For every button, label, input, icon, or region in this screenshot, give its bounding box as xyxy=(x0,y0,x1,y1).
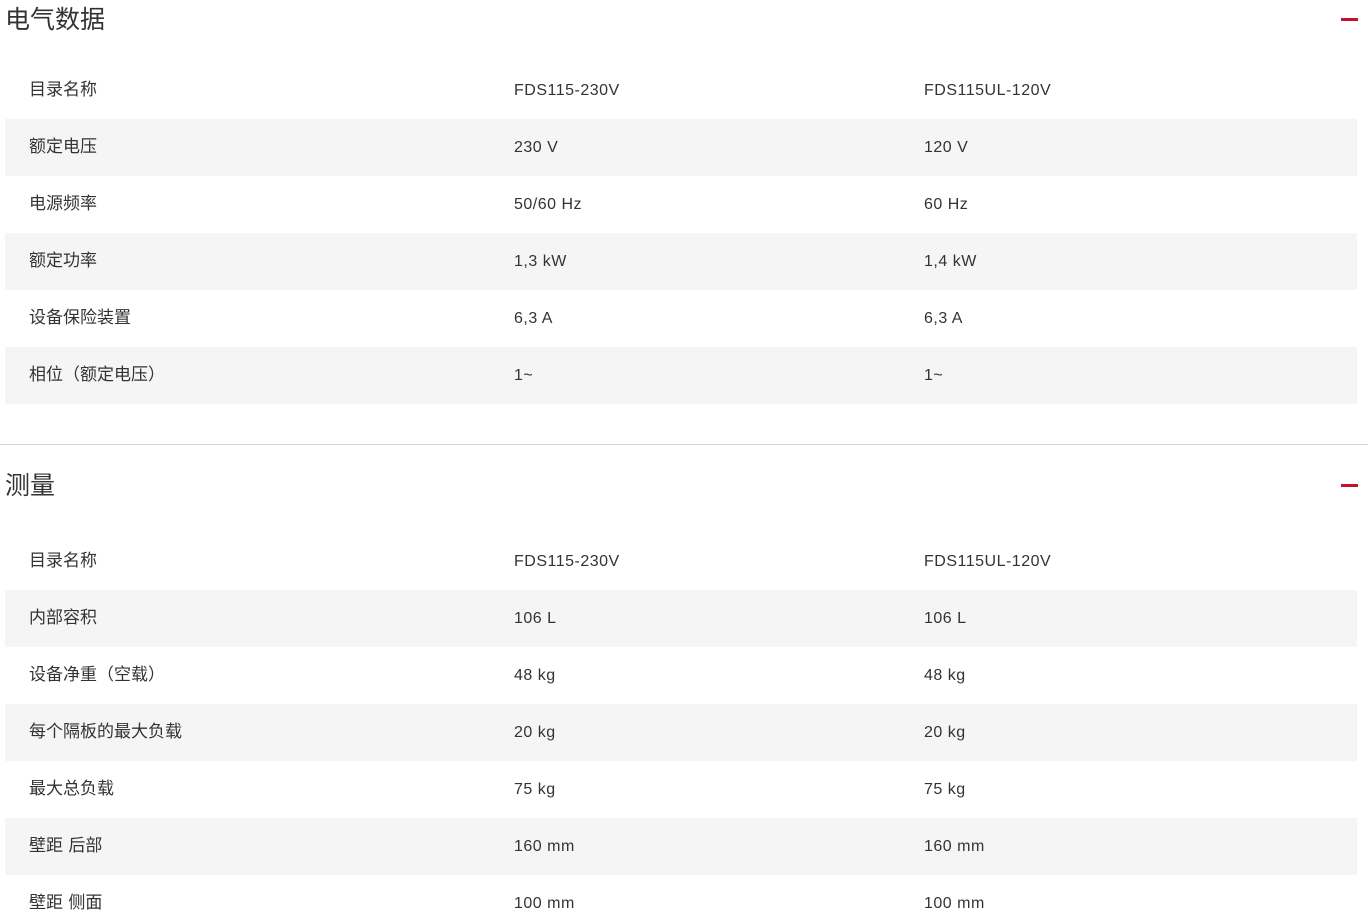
row-label: 内部容积 xyxy=(29,608,97,628)
table-row: 目录名称 FDS115-230V FDS115UL-120V xyxy=(5,62,1357,119)
row-value-model-1: FDS115-230V xyxy=(514,553,620,570)
row-label: 目录名称 xyxy=(29,80,97,100)
row-label: 目录名称 xyxy=(29,551,97,571)
table-row: 壁距 后部 160 mm 160 mm xyxy=(5,818,1357,875)
table-row: 目录名称 FDS115-230V FDS115UL-120V xyxy=(5,533,1357,590)
section-title-electrical: 电气数据 xyxy=(5,5,106,34)
row-value-model-1: 75 kg xyxy=(514,781,556,798)
row-value-model-1: 230 V xyxy=(514,139,559,156)
table-row: 额定电压 230 V 120 V xyxy=(5,119,1357,176)
row-value-model-2: 48 kg xyxy=(924,667,966,684)
row-label: 相位（额定电压） xyxy=(29,365,165,385)
spec-table-measurements: 目录名称 FDS115-230V FDS115UL-120V 内部容积 106 … xyxy=(5,533,1357,919)
section-header-electrical[interactable]: 电气数据 xyxy=(0,0,1368,62)
table-row: 额定功率 1,3 kW 1,4 kW xyxy=(5,233,1357,290)
row-value-model-2: 6,3 A xyxy=(924,310,963,327)
row-label: 每个隔板的最大负载 xyxy=(29,722,182,742)
row-value-model-2: 1~ xyxy=(924,367,944,384)
row-value-model-1: 160 mm xyxy=(514,838,575,855)
table-row: 设备保险装置 6,3 A 6,3 A xyxy=(5,290,1357,347)
row-value-model-1: 106 L xyxy=(514,610,557,627)
row-value-model-1: 50/60 Hz xyxy=(514,196,583,213)
minus-icon[interactable] xyxy=(1341,18,1358,21)
table-row: 壁距 侧面 100 mm 100 mm xyxy=(5,875,1357,919)
row-value-model-2: FDS115UL-120V xyxy=(924,553,1052,570)
row-value-model-1: 100 mm xyxy=(514,895,575,912)
row-value-model-2: FDS115UL-120V xyxy=(924,82,1052,99)
row-value-model-1: 1~ xyxy=(514,367,534,384)
section-electrical-data: 电气数据 目录名称 FDS115-230V FDS115UL-120V 额定电压… xyxy=(0,0,1368,444)
table-row: 内部容积 106 L 106 L xyxy=(5,590,1357,647)
row-value-model-2: 106 L xyxy=(924,610,967,627)
minus-icon[interactable] xyxy=(1341,484,1358,487)
section-title-measurements: 测量 xyxy=(5,471,56,500)
row-value-model-1: 20 kg xyxy=(514,724,556,741)
table-row: 相位（额定电压） 1~ 1~ xyxy=(5,347,1357,404)
row-label: 额定电压 xyxy=(29,137,97,157)
row-value-model-2: 100 mm xyxy=(924,895,985,912)
row-value-model-1: FDS115-230V xyxy=(514,82,620,99)
section-measurements: 测量 目录名称 FDS115-230V FDS115UL-120V 内部容积 1… xyxy=(0,445,1368,919)
spec-table-electrical: 目录名称 FDS115-230V FDS115UL-120V 额定电压 230 … xyxy=(5,62,1357,404)
row-value-model-2: 75 kg xyxy=(924,781,966,798)
row-label: 壁距 侧面 xyxy=(29,893,103,913)
row-label: 壁距 后部 xyxy=(29,836,103,856)
row-value-model-2: 60 Hz xyxy=(924,196,969,213)
row-value-model-2: 20 kg xyxy=(924,724,966,741)
section-header-measurements[interactable]: 测量 xyxy=(0,445,1368,533)
table-row: 电源频率 50/60 Hz 60 Hz xyxy=(5,176,1357,233)
table-row: 每个隔板的最大负载 20 kg 20 kg xyxy=(5,704,1357,761)
row-value-model-2: 160 mm xyxy=(924,838,985,855)
row-value-model-1: 1,3 kW xyxy=(514,253,567,270)
row-label: 电源频率 xyxy=(29,194,97,214)
table-row: 设备净重（空载） 48 kg 48 kg xyxy=(5,647,1357,704)
row-label: 最大总负载 xyxy=(29,779,114,799)
row-label: 设备净重（空载） xyxy=(29,665,165,685)
row-label: 设备保险装置 xyxy=(29,308,131,328)
row-value-model-2: 120 V xyxy=(924,139,969,156)
table-row: 最大总负载 75 kg 75 kg xyxy=(5,761,1357,818)
row-label: 额定功率 xyxy=(29,251,97,271)
row-value-model-2: 1,4 kW xyxy=(924,253,977,270)
row-value-model-1: 6,3 A xyxy=(514,310,553,327)
row-value-model-1: 48 kg xyxy=(514,667,556,684)
